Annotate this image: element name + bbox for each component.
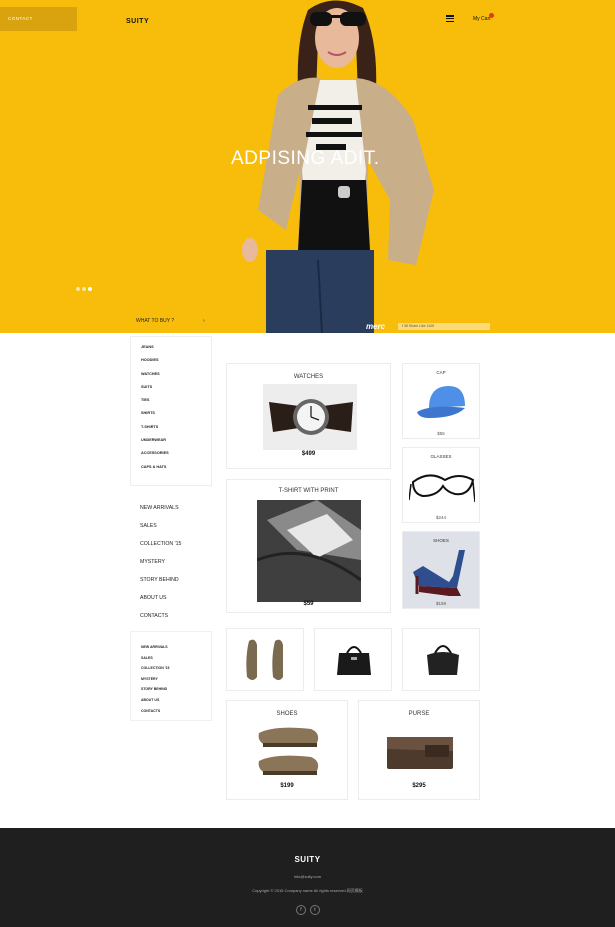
product-title: SHOES bbox=[433, 538, 449, 543]
slider-dot[interactable] bbox=[76, 287, 80, 291]
product-card-watches[interactable]: WATCHES $499 bbox=[226, 363, 391, 469]
product-card-handbag[interactable] bbox=[314, 628, 392, 691]
nav-item-sales[interactable]: SALES bbox=[140, 523, 181, 541]
cart-link[interactable]: My Cart bbox=[473, 16, 491, 22]
purse-image bbox=[387, 737, 453, 769]
social-share-bar[interactable]: f 38 Share Like 1105 bbox=[398, 323, 490, 330]
sidebar-nav: NEW ARRIVALS SALES COLLECTION '15 MYSTER… bbox=[140, 505, 181, 631]
product-price: $295 bbox=[412, 783, 426, 789]
product-card-cap[interactable]: CAP $55 bbox=[402, 363, 480, 439]
category-item[interactable]: T-SHIRTS bbox=[141, 425, 211, 438]
footer-email[interactable]: info@suity.com bbox=[0, 874, 615, 879]
product-card-shoes[interactable]: SHOES $199 bbox=[226, 700, 348, 800]
merc-logo: merc bbox=[366, 322, 386, 331]
slider-dots[interactable] bbox=[76, 278, 94, 296]
slider-dot-active[interactable] bbox=[88, 287, 92, 291]
product-price: $55 bbox=[437, 431, 445, 436]
nav-item-about-us[interactable]: ABOUT US bbox=[140, 595, 181, 613]
product-price: $499 bbox=[301, 451, 316, 457]
secondary-nav: NEW ARRIVALS SALES COLLECTION '15 MYSTER… bbox=[130, 631, 212, 721]
product-card-heels[interactable]: SHOES $159 bbox=[402, 531, 480, 609]
glasses-image bbox=[409, 474, 475, 503]
hero-banner: CONTACT SUITY My Cart ADPISING ADIT. WHA… bbox=[0, 0, 615, 333]
facebook-icon[interactable]: f bbox=[296, 905, 306, 915]
product-title: PURSE bbox=[408, 711, 430, 717]
category-item[interactable]: UNDERWEAR bbox=[141, 438, 211, 451]
nav-item-mystery[interactable]: MYSTERY bbox=[140, 559, 181, 577]
cart-badge bbox=[489, 13, 494, 18]
category-item[interactable]: SUITS bbox=[141, 385, 211, 398]
site-footer: SUITY info@suity.com Copyright © 2015 Co… bbox=[0, 828, 615, 927]
category-item[interactable]: TIES bbox=[141, 398, 211, 411]
nav-item-story-behind[interactable]: STORY BEHIND bbox=[140, 577, 181, 595]
secondary-nav-item[interactable]: COLLECTION '15 bbox=[141, 666, 211, 677]
category-item[interactable]: CAPS & HATS bbox=[141, 465, 211, 478]
nav-item-new-arrivals[interactable]: NEW ARRIVALS bbox=[140, 505, 181, 523]
product-title: CAP bbox=[436, 370, 446, 375]
product-title: WATCHES bbox=[293, 374, 324, 380]
product-card-tote[interactable] bbox=[402, 628, 480, 691]
boots-image bbox=[246, 639, 283, 680]
product-price: $59 bbox=[303, 601, 314, 607]
product-card-purse[interactable]: PURSE $295 bbox=[358, 700, 480, 800]
secondary-nav-item[interactable]: CONTACTS bbox=[141, 709, 211, 720]
product-price: $199 bbox=[280, 783, 294, 789]
hero-headline: ADPISING ADIT. bbox=[231, 148, 380, 169]
category-item[interactable]: JEANS bbox=[141, 345, 211, 358]
tshirt-image bbox=[257, 500, 361, 602]
product-title: T-SHIRT WITH PRINT bbox=[278, 488, 339, 494]
handbag-image bbox=[337, 646, 371, 675]
watch-image bbox=[263, 384, 357, 450]
product-card-boots[interactable] bbox=[226, 628, 304, 691]
cap-image bbox=[417, 386, 465, 418]
twitter-icon[interactable]: t bbox=[310, 905, 320, 915]
category-item[interactable]: SHIRTS bbox=[141, 411, 211, 424]
category-list: JEANS HOODIES WATCHES SUITS TIES SHIRTS … bbox=[130, 336, 212, 486]
chevron-right-icon[interactable]: › bbox=[203, 318, 205, 324]
category-item[interactable]: HOODIES bbox=[141, 358, 211, 371]
shoes-image bbox=[258, 727, 319, 775]
category-item[interactable]: ACCESSORIES bbox=[141, 451, 211, 464]
hamburger-icon[interactable] bbox=[446, 15, 454, 23]
product-price: $159 bbox=[435, 601, 446, 606]
slider-dot[interactable] bbox=[82, 287, 86, 291]
product-title: GLASSES bbox=[430, 454, 452, 459]
what-to-buy-link[interactable]: WHAT TO BUY ? bbox=[136, 318, 174, 324]
product-price: $244 bbox=[435, 515, 446, 520]
nav-item-contacts[interactable]: CONTACTS bbox=[140, 613, 181, 631]
contact-button[interactable]: CONTACT bbox=[0, 7, 77, 31]
product-card-tshirt[interactable]: T-SHIRT WITH PRINT $59 bbox=[226, 479, 391, 613]
secondary-nav-item[interactable]: STORY BEHIND bbox=[141, 687, 211, 698]
nav-item-collection[interactable]: COLLECTION '15 bbox=[140, 541, 181, 559]
brand-logo[interactable]: SUITY bbox=[126, 18, 149, 25]
secondary-nav-item[interactable]: ABOUT US bbox=[141, 698, 211, 709]
secondary-nav-item[interactable]: NEW ARRIVALS bbox=[141, 645, 211, 656]
secondary-nav-item[interactable]: MYSTERY bbox=[141, 677, 211, 688]
product-title: SHOES bbox=[276, 711, 298, 717]
secondary-nav-item[interactable]: SALES bbox=[141, 656, 211, 667]
category-item[interactable]: WATCHES bbox=[141, 372, 211, 385]
product-card-glasses[interactable]: GLASSES $244 bbox=[402, 447, 480, 523]
footer-copyright: Copyright © 2015 Company name All rights… bbox=[252, 888, 363, 893]
footer-brand[interactable]: SUITY bbox=[0, 855, 615, 864]
tote-bag-image bbox=[427, 645, 459, 675]
heels-image bbox=[413, 550, 465, 596]
